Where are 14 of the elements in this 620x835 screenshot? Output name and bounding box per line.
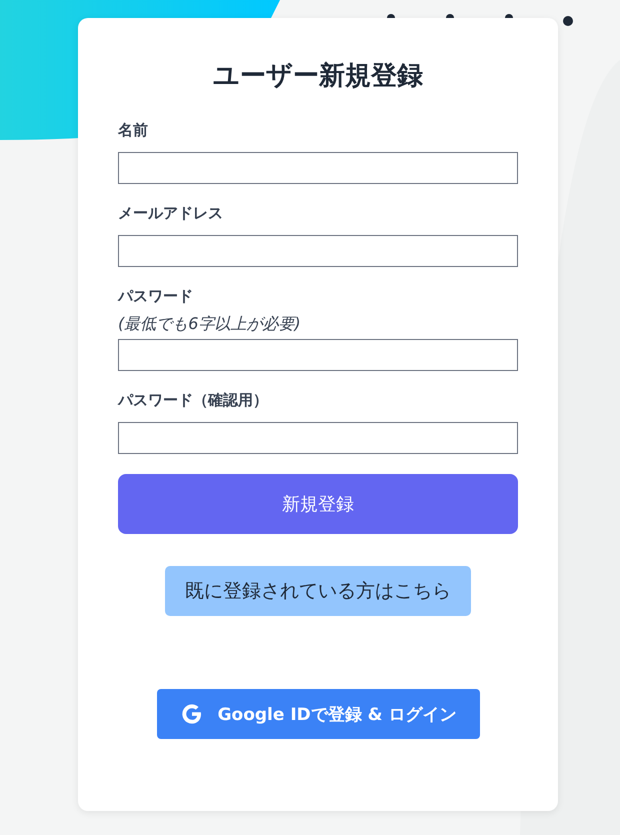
input-field[interactable]	[118, 235, 518, 267]
field-label: メールアドレス	[118, 204, 224, 223]
input-field[interactable]	[118, 339, 518, 371]
form-title: ユーザー新規登録	[212, 60, 424, 93]
field-hint: (最低でも6字以上が必要)	[118, 314, 302, 335]
register-button[interactable]: 新規登録	[118, 474, 518, 534]
google-login-button[interactable]: Google IDで登録 & ログイン	[156, 689, 480, 739]
field-label: パスワード（確認用）	[118, 391, 269, 410]
input-field[interactable]	[118, 422, 518, 454]
input-field[interactable]	[118, 152, 518, 184]
google-icon	[180, 702, 204, 726]
login-link-button[interactable]: 既に登録されている方はこちら	[165, 566, 471, 616]
field-label: 名前	[118, 121, 149, 140]
field-label: パスワード	[118, 287, 194, 306]
